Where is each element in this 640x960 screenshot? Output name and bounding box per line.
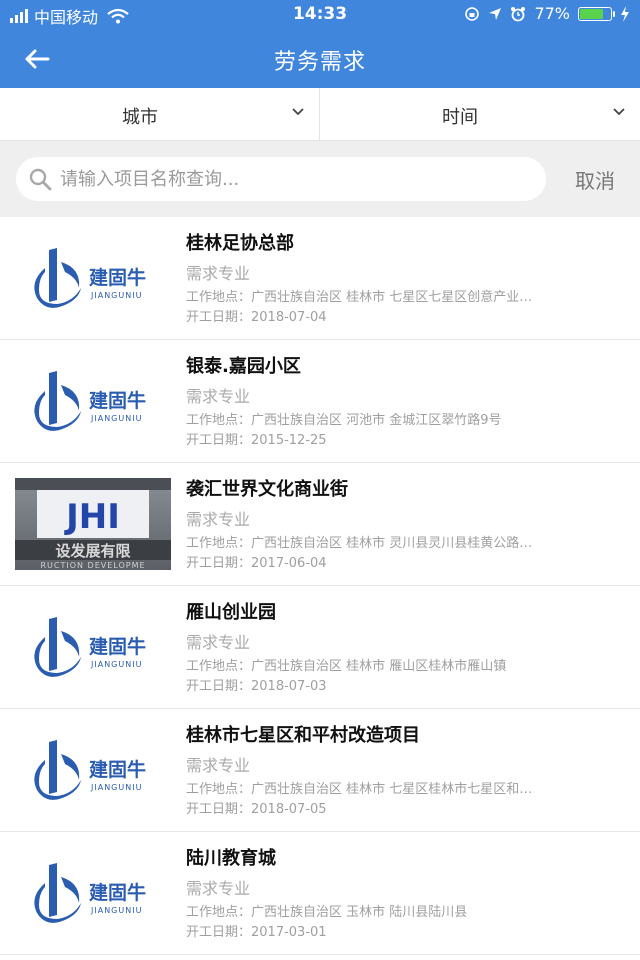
location-arrow-icon bbox=[489, 7, 502, 20]
svg-text:设发展有限: 设发展有限 bbox=[55, 542, 130, 560]
alarm-icon bbox=[511, 6, 526, 21]
svg-text:建固牛: 建固牛 bbox=[89, 266, 146, 289]
page-title: 劳务需求 bbox=[273, 50, 366, 75]
project-start-date: 开工日期：2015-12-25 bbox=[186, 433, 327, 448]
svg-text:JIANGUNIU: JIANGUNIU bbox=[90, 660, 142, 669]
search-box[interactable] bbox=[16, 157, 546, 201]
company-logo: 建固牛 JIANGUNIU bbox=[15, 601, 171, 693]
svg-text:JIANGUNIU: JIANGUNIU bbox=[90, 906, 142, 915]
project-category: 需求专业 bbox=[186, 387, 251, 406]
project-start-date: 开工日期：2017-06-04 bbox=[186, 556, 327, 571]
chevron-down-icon bbox=[292, 108, 304, 116]
status-bar: 中国移动 14:33 77% bbox=[0, 0, 640, 28]
project-location: 工作地点：广西壮族自治区 桂林市 七星区七星区创意产业… bbox=[186, 290, 533, 305]
header: 中国移动 14:33 77% 劳务需求 bbox=[0, 0, 640, 88]
project-list-item[interactable]: 建固牛 JIANGUNIU 桂林足协总部 需求专业工作地点：广西壮族自治区 桂林市… bbox=[0, 217, 640, 340]
battery-percent: 77% bbox=[534, 4, 570, 23]
project-category: 需求专业 bbox=[186, 510, 251, 529]
project-list-item[interactable]: 建固牛 JIANGUNIU 桂林市七星区和平村改造项目 需求专业工作地点：广西壮族… bbox=[0, 709, 640, 832]
filter-bar: 城市 时间 bbox=[0, 88, 640, 141]
lock-rotation-icon bbox=[465, 6, 480, 21]
svg-text:JIANGUNIU: JIANGUNIU bbox=[90, 783, 142, 792]
project-category: 需求专业 bbox=[186, 264, 251, 283]
svg-text:建固牛: 建固牛 bbox=[89, 635, 146, 658]
project-list-item[interactable]: 建固牛 JIANGUNIU 雁山创业园需求专业工作地点：广西壮族自治区 桂林市 … bbox=[0, 586, 640, 709]
project-list-item[interactable]: 建固牛 JIANGUNIU 银泰.嘉园小区 需求专业工作地点：广西壮族自治区 河池… bbox=[0, 340, 640, 463]
project-location: 工作地点：广西壮族自治区 玉林市 陆川县陆川县 bbox=[186, 905, 468, 920]
project-photo: JHI 设发展有限 RUCTION DEVELOPME bbox=[15, 478, 171, 570]
project-location: 工作地点：广西壮族自治区 河池市 金城江区翠竹路9号 bbox=[186, 413, 502, 428]
company-logo: 建固牛 JIANGUNIU bbox=[15, 232, 171, 324]
chevron-down-icon bbox=[613, 108, 625, 116]
project-start-date: 开工日期：2017-03-01 bbox=[186, 925, 327, 940]
svg-text:建固牛: 建固牛 bbox=[89, 758, 146, 781]
company-logo: 建固牛 JIANGUNIU bbox=[15, 847, 171, 939]
nav-bar: 劳务需求 bbox=[0, 30, 640, 88]
cancel-button[interactable]: 取消 bbox=[560, 165, 630, 194]
project-start-date: 开工日期：2018-07-04 bbox=[186, 310, 327, 325]
city-filter-label: 城市 bbox=[122, 107, 158, 128]
project-category: 需求专业 bbox=[186, 633, 251, 652]
status-icons: 77% bbox=[464, 4, 630, 23]
svg-text:JIANGUNIU: JIANGUNIU bbox=[90, 291, 142, 300]
project-category: 需求专业 bbox=[186, 756, 251, 775]
search-input[interactable] bbox=[60, 163, 530, 195]
svg-text:建固牛: 建固牛 bbox=[89, 881, 146, 904]
company-logo: 建固牛 JIANGUNIU bbox=[15, 724, 171, 816]
city-filter-dropdown[interactable]: 城市 bbox=[0, 88, 320, 140]
project-start-date: 开工日期：2018-07-05 bbox=[186, 802, 327, 817]
svg-text:JIANGUNIU: JIANGUNIU bbox=[90, 414, 142, 423]
project-list: 建固牛 JIANGUNIU 桂林足协总部 需求专业工作地点：广西壮族自治区 桂林市… bbox=[0, 217, 640, 955]
project-name: 桂林市七星区和平村改造项目 bbox=[186, 725, 420, 746]
project-name: 银泰.嘉园小区 bbox=[186, 356, 301, 377]
search-icon bbox=[29, 168, 52, 191]
project-location: 工作地点：广西壮族自治区 桂林市 雁山区桂林市雁山镇 bbox=[186, 659, 507, 674]
svg-text:RUCTION DEVELOPME: RUCTION DEVELOPME bbox=[40, 561, 145, 570]
project-name: 陆川教育城 bbox=[186, 848, 276, 869]
battery-icon bbox=[578, 6, 615, 21]
project-list-item[interactable]: 建固牛 JIANGUNIU 陆川教育城需求专业工作地点：广西壮族自治区 玉林市 … bbox=[0, 832, 640, 955]
project-list-item[interactable]: JHI 设发展有限 RUCTION DEVELOPME 袭汇世界文化商业街 需求专… bbox=[0, 463, 640, 586]
project-location: 工作地点：广西壮族自治区 桂林市 灵川县灵川县桂黄公路… bbox=[186, 536, 533, 551]
charging-icon bbox=[621, 5, 629, 22]
project-name: 雁山创业园 bbox=[186, 602, 276, 623]
time-filter-dropdown[interactable]: 时间 bbox=[320, 88, 640, 140]
time-filter-label: 时间 bbox=[442, 107, 478, 128]
svg-text:JHI: JHI bbox=[64, 497, 120, 537]
project-name: 袭汇世界文化商业街 bbox=[186, 479, 348, 500]
project-name: 桂林足协总部 bbox=[186, 233, 294, 254]
svg-text:建固牛: 建固牛 bbox=[89, 389, 146, 412]
project-start-date: 开工日期：2018-07-03 bbox=[186, 679, 327, 694]
project-location: 工作地点：广西壮族自治区 桂林市 七星区桂林市七星区和… bbox=[186, 782, 533, 797]
project-category: 需求专业 bbox=[186, 879, 251, 898]
search-bar: 取消 bbox=[0, 141, 640, 217]
company-logo: 建固牛 JIANGUNIU bbox=[15, 355, 171, 447]
